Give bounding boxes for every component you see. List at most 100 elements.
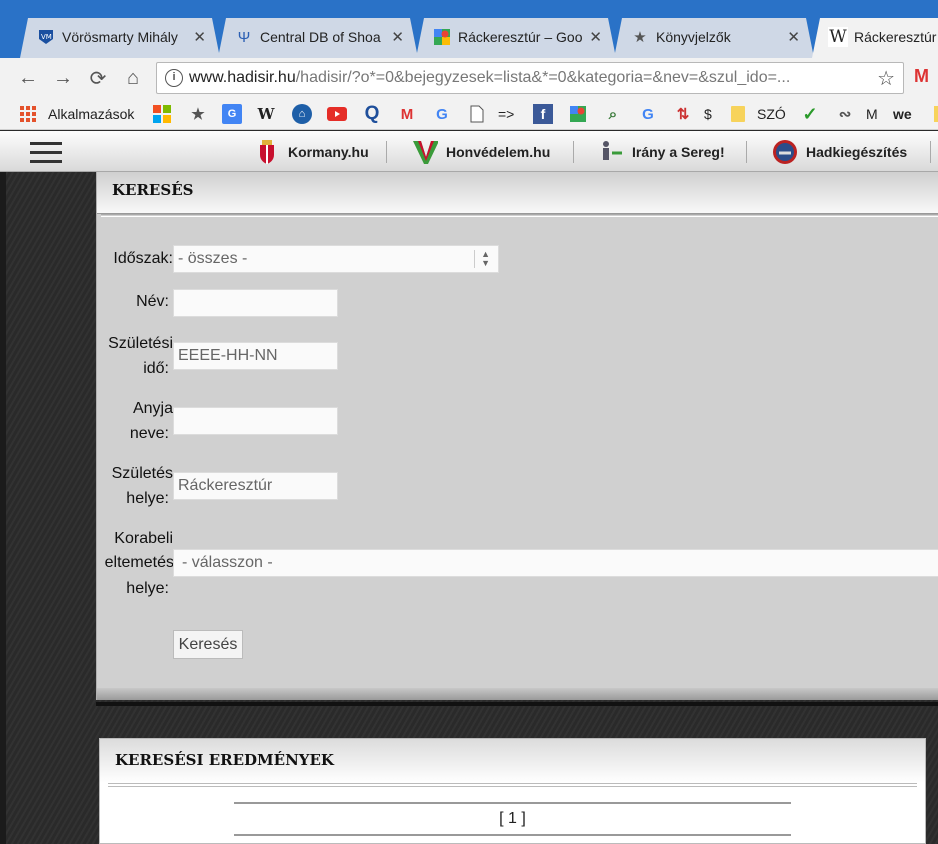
nav-separator	[930, 141, 931, 163]
nav-separator	[573, 141, 574, 163]
nav-link-irany-a-sereg[interactable]: Irány a Sereg!	[598, 138, 725, 166]
bookmark-q[interactable]: Q	[362, 102, 382, 126]
birth-date-label-line2: idő:	[143, 360, 169, 377]
bookmark-check[interactable]: ✓	[800, 102, 820, 126]
search-panel: KERESÉS Időszak: - összes - ▲ ▼ Név: Szül…	[96, 172, 938, 700]
bookmark-exchange[interactable]: ⇅	[673, 102, 693, 126]
forward-arrow-icon[interactable]: →	[51, 66, 75, 90]
name-input[interactable]	[173, 289, 338, 317]
wikipedia-icon: W	[829, 27, 847, 47]
home-icon[interactable]: ⌂	[121, 66, 145, 90]
browser-toolbar: ← → ⟳ ⌂ i www.hadisir.hu/hadisir/?o*=0&b…	[0, 58, 938, 98]
period-select[interactable]: - összes - ▲ ▼	[173, 245, 499, 273]
honvedelem-v-logo-icon	[412, 139, 438, 165]
site-header-nav: Kormany.hu Honvédelem.hu Irány a Sereg! …	[0, 131, 938, 172]
bookmark-search-map[interactable]: ⌕	[603, 102, 623, 126]
search-panel-header: KERESÉS	[97, 172, 938, 214]
birthplace-label-line1: Születés	[111, 465, 173, 482]
bookmark-wikipedia[interactable]: W	[256, 102, 276, 126]
bookmark-maps[interactable]	[568, 102, 588, 126]
checkmark-icon: ✓	[802, 103, 818, 124]
google-icon: G	[436, 105, 448, 123]
pagination[interactable]: [ 1 ]	[234, 802, 791, 836]
bookmark-museum[interactable]: ⌂	[292, 102, 312, 126]
close-icon[interactable]: ✕	[193, 28, 206, 46]
mother-name-input[interactable]	[173, 407, 338, 435]
bookmark-arrow[interactable]: =>	[498, 102, 514, 126]
folder-icon	[928, 104, 938, 124]
birthplace-label-line2: helye:	[126, 490, 169, 507]
tab-bookmarks[interactable]: ★ Könyvjelzők ✕	[614, 18, 814, 58]
bookmark-gmail[interactable]: M	[397, 102, 417, 126]
birth-date-input[interactable]: EEEE-HH-NN	[173, 342, 338, 370]
results-header-rule	[108, 783, 917, 787]
reload-icon[interactable]: ⟳	[86, 66, 110, 90]
bookmark-microsoft[interactable]	[152, 102, 172, 126]
folder-icon	[728, 104, 748, 124]
nav-separator	[746, 141, 747, 163]
translate-icon: G	[222, 104, 242, 124]
burial-place-label-line3: helye:	[126, 580, 169, 597]
yad-vashem-icon: Ψ	[237, 28, 251, 46]
info-icon[interactable]: i	[165, 69, 183, 87]
close-icon[interactable]: ✕	[589, 28, 602, 46]
hadkiegeszites-badge-icon	[772, 139, 798, 165]
results-heading: KERESÉSI EREDMÉNYEK	[115, 751, 334, 769]
period-label: Időszak:	[113, 250, 173, 267]
q-letter-icon: Q	[364, 103, 380, 124]
vm-school-icon: VM	[36, 27, 56, 47]
soldier-logo-icon	[598, 139, 624, 165]
bookmarks-bar: Alkalmazások ★ G W ⌂ Q M G => f ⌕ G ⇅ $ …	[0, 98, 938, 130]
youtube-icon	[327, 104, 347, 124]
birthplace-input[interactable]: Ráckeresztúr	[173, 472, 338, 500]
bookmark-folder[interactable]	[728, 102, 748, 126]
burial-place-label-line2: eltemetés	[104, 554, 174, 571]
bookmark-dollar[interactable]: $	[704, 102, 712, 126]
tab-google-maps[interactable]: Ráckeresztúr – Goo ✕	[416, 18, 616, 58]
microsoft-icon	[152, 104, 172, 124]
nav-link-hadkiegeszites[interactable]: Hadkiegészítés	[772, 138, 907, 166]
exchange-arrows-icon: ⇅	[676, 106, 690, 123]
bookmark-we[interactable]: we	[893, 102, 912, 126]
bookmark-google[interactable]: G	[432, 102, 452, 126]
hamburger-menu-icon[interactable]	[30, 142, 62, 164]
mother-name-label-line2: neve:	[129, 425, 169, 442]
bookmark-google-2[interactable]: G	[638, 102, 658, 126]
search-button[interactable]: Keresés	[173, 630, 243, 659]
bookmark-document[interactable]	[467, 102, 487, 126]
signature-icon: ∾	[838, 106, 852, 123]
tab-vorosmarty[interactable]: VM Vörösmarty Mihály ✕	[20, 18, 220, 58]
burial-place-select[interactable]: - válasszon -	[173, 549, 938, 577]
google-maps-icon	[432, 27, 452, 47]
bookmark-star-icon[interactable]: ☆	[877, 66, 895, 91]
apps-grid-icon	[20, 106, 36, 122]
magnifier-icon: ⌕	[608, 105, 618, 123]
tab-wikipedia[interactable]: W Ráckeresztúr	[812, 18, 938, 58]
gmail-extension-icon[interactable]: M	[914, 66, 936, 88]
bookmark-folder-2[interactable]	[928, 102, 938, 126]
google-maps-icon	[568, 104, 588, 124]
search-heading: KERESÉS	[112, 181, 194, 199]
bookmark-star[interactable]: ★	[188, 102, 208, 126]
close-icon[interactable]: ✕	[787, 28, 800, 46]
bookmark-translate[interactable]: G	[222, 102, 242, 126]
document-icon	[467, 104, 487, 124]
bookmark-youtube[interactable]	[327, 102, 347, 126]
results-panel-header: KERESÉSI EREDMÉNYEK	[100, 739, 925, 783]
name-label: Név:	[136, 293, 169, 310]
nav-link-honvedelem[interactable]: Honvédelem.hu	[412, 138, 550, 166]
bookmark-apps[interactable]: Alkalmazások	[20, 102, 134, 126]
star-icon: ★	[191, 106, 205, 123]
burial-place-label-line1: Korabeli	[114, 530, 173, 547]
back-arrow-icon[interactable]: ←	[16, 66, 40, 90]
tab-strip: VM Vörösmarty Mihály ✕ Ψ Central DB of S…	[0, 0, 938, 58]
tab-central-db[interactable]: Ψ Central DB of Shoa ✕	[218, 18, 418, 58]
museum-icon: ⌂	[292, 104, 312, 124]
bookmark-signature[interactable]: ∾	[835, 102, 855, 126]
nav-link-kormany[interactable]: Kormany.hu	[254, 138, 369, 166]
close-icon[interactable]: ✕	[391, 28, 404, 46]
bookmark-facebook[interactable]: f	[533, 102, 553, 126]
bookmark-szo[interactable]: SZÓ	[757, 102, 786, 126]
address-bar[interactable]: i www.hadisir.hu/hadisir/?o*=0&bejegyzes…	[156, 62, 904, 94]
bookmark-m[interactable]: M	[866, 102, 878, 126]
